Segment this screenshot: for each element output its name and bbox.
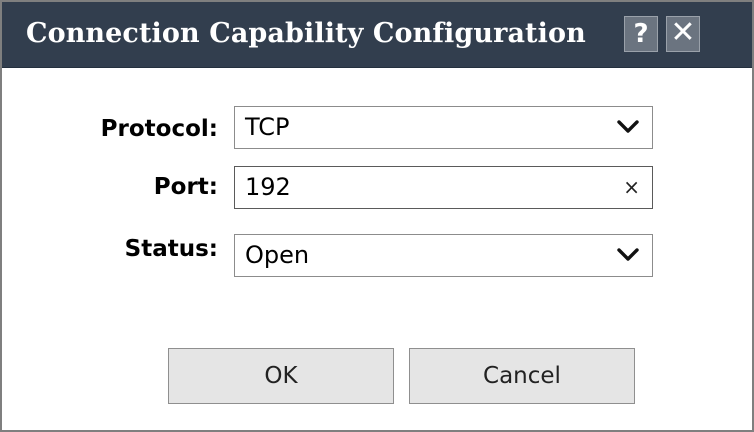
chevron-down-icon <box>617 120 639 133</box>
protocol-label: Protocol: <box>100 116 218 142</box>
clear-icon[interactable]: × <box>623 167 640 208</box>
help-button[interactable]: ? <box>624 16 658 52</box>
chevron-down-icon <box>617 248 639 261</box>
status-value: Open <box>245 241 310 269</box>
port-label: Port: <box>153 174 218 200</box>
protocol-value: TCP <box>245 113 290 141</box>
connection-capability-dialog: Connection Capability Configuration ? ✕ … <box>0 0 754 432</box>
cancel-button[interactable]: Cancel <box>409 348 635 404</box>
protocol-select[interactable]: TCP <box>234 106 653 149</box>
ok-button[interactable]: OK <box>168 348 394 404</box>
dialog-title: Connection Capability Configuration <box>26 18 586 49</box>
status-label: Status: <box>124 236 218 262</box>
dialog-titlebar: Connection Capability Configuration ? ✕ <box>2 2 752 68</box>
port-value: 192 <box>245 173 291 201</box>
close-button[interactable]: ✕ <box>666 16 700 52</box>
port-input[interactable]: 192 × <box>234 166 653 209</box>
status-select[interactable]: Open <box>234 234 653 277</box>
